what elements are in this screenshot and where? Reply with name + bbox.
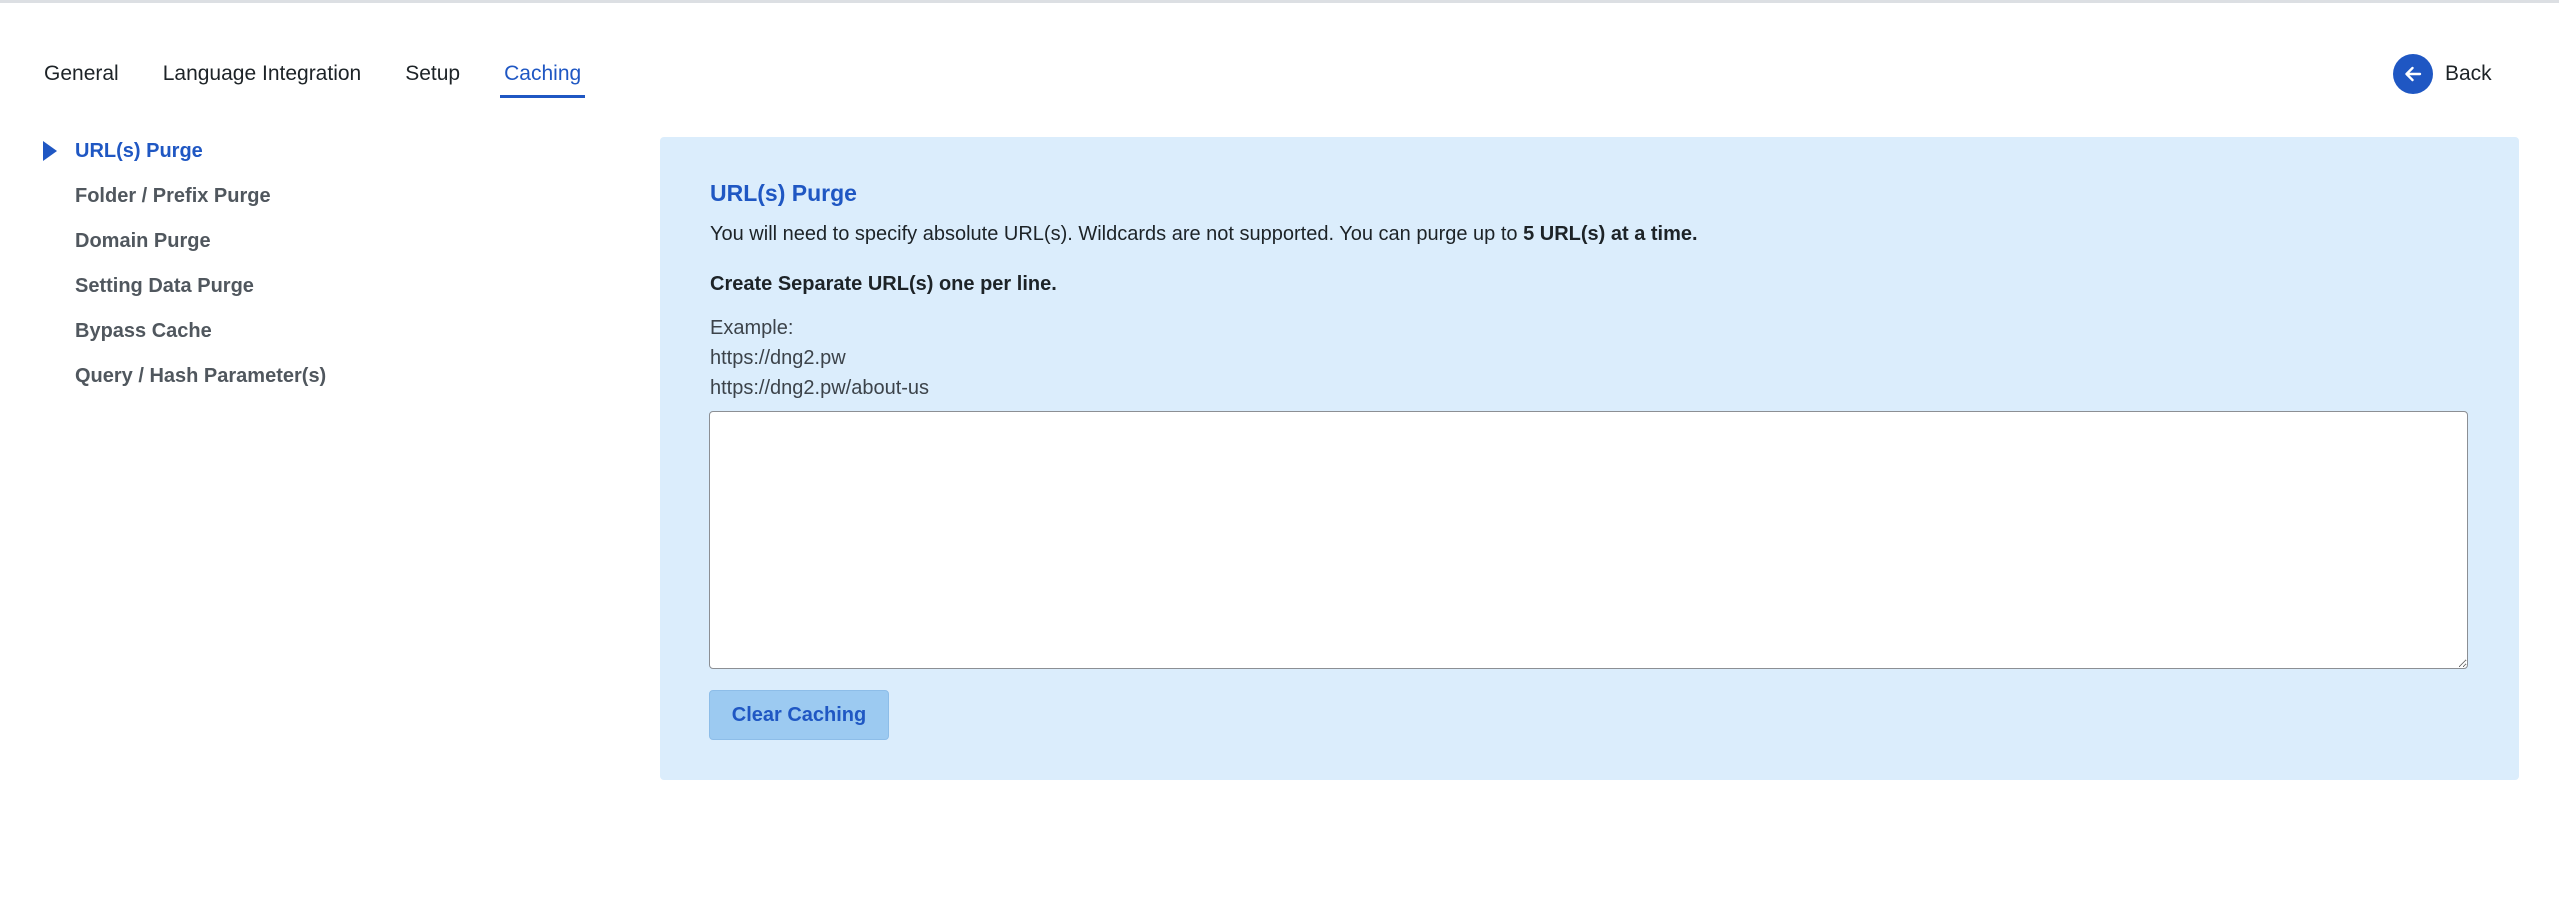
tab-setup[interactable]: Setup [405, 62, 464, 98]
panel-title: URL(s) Purge [710, 180, 857, 206]
panel-description: You will need to specify absolute URL(s)… [710, 223, 1698, 246]
sidebar-item-query-hash-parameters[interactable]: Query / Hash Parameter(s) [38, 361, 598, 406]
sidebar-item-label: Folder / Prefix Purge [75, 185, 271, 207]
main-tabs: General Language Integration Setup Cachi… [44, 60, 625, 98]
panel-instruction: Create Separate URL(s) one per line. [710, 273, 1057, 295]
back-button[interactable]: Back [2393, 54, 2492, 94]
sidebar-item-label: Bypass Cache [75, 320, 212, 342]
sidebar-item-label: Domain Purge [75, 230, 211, 252]
sidebar-item-label: Setting Data Purge [75, 275, 254, 297]
tab-language-integration[interactable]: Language Integration [163, 62, 366, 98]
description-text: You will need to specify absolute URL(s)… [710, 223, 1524, 245]
caching-sidebar: URL(s) Purge Folder / Prefix Purge Domai… [38, 136, 598, 406]
tab-caching[interactable]: Caching [500, 62, 586, 98]
clear-caching-button[interactable]: Clear Caching [709, 690, 889, 740]
top-divider [0, 0, 2559, 3]
caret-right-icon [43, 141, 57, 161]
example-url: https://dng2.pw/about-us [710, 377, 930, 399]
sidebar-item-bypass-cache[interactable]: Bypass Cache [38, 316, 598, 361]
example-label: Example: [710, 317, 794, 339]
arrow-left-icon [2393, 54, 2433, 94]
example-url: https://dng2.pw [710, 347, 846, 369]
url-purge-panel: URL(s) Purge You will need to specify ab… [660, 137, 2519, 780]
description-limit: 5 URL(s) at a time. [1523, 223, 1698, 245]
back-label: Back [2445, 62, 2492, 85]
sidebar-item-label: URL(s) Purge [75, 140, 203, 162]
example-block: Example: https://dng2.pw https://dng2.pw… [710, 313, 929, 403]
sidebar-item-url-purge[interactable]: URL(s) Purge [38, 136, 598, 181]
sidebar-item-setting-data-purge[interactable]: Setting Data Purge [38, 271, 598, 316]
sidebar-item-label: Query / Hash Parameter(s) [75, 365, 327, 387]
sidebar-item-folder-prefix-purge[interactable]: Folder / Prefix Purge [38, 181, 598, 226]
tab-general[interactable]: General [44, 62, 123, 98]
urls-textarea[interactable] [709, 411, 2468, 669]
sidebar-item-domain-purge[interactable]: Domain Purge [38, 226, 598, 271]
